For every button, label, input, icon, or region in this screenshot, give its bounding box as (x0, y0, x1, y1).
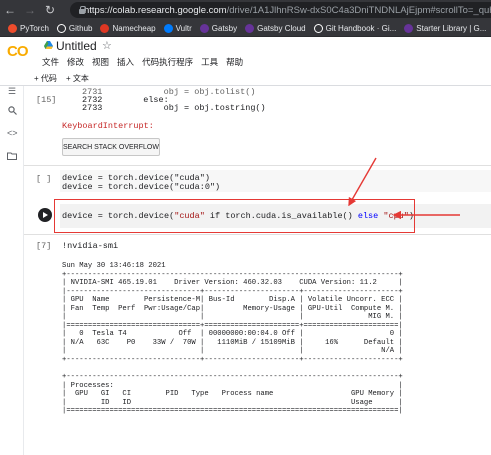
bookmarks-bar: PyTorch Github Namecheap Vultr Gatsby Gatsby … (0, 20, 491, 37)
bookmark-label: Vultr (175, 23, 192, 33)
menu-item[interactable]: 文件 (42, 56, 59, 68)
cell-divider (24, 234, 491, 235)
github-icon (56, 23, 66, 33)
bookmark-item[interactable]: Git Handbook · Gi... (313, 23, 397, 33)
menu-icon[interactable]: ☰ (7, 86, 17, 96)
bookmark-item[interactable]: Starter Library | G... (404, 23, 487, 33)
bookmark-item[interactable]: Vultr (163, 23, 192, 33)
notebook-title[interactable]: Untitled (56, 39, 97, 53)
bookmark-label: PyTorch (20, 23, 49, 33)
menu-bar: 文件 修改 视图 插入 代码执行程序 工具 帮助 (42, 56, 251, 68)
forward-arrow-icon[interactable]: → (20, 3, 40, 17)
gatsby-icon (245, 23, 255, 33)
menu-item[interactable]: 工具 (201, 56, 218, 68)
github-icon (313, 23, 323, 33)
nvidia-smi-output: Sun May 30 13:46:18 2021 +--------------… (62, 262, 403, 416)
back-arrow-icon[interactable]: ← (0, 3, 20, 17)
add-code-button[interactable]: + 代码 (34, 73, 57, 84)
bookmark-label: Gatsby Cloud (257, 23, 306, 33)
gatsby-icon (404, 23, 414, 33)
url-field[interactable]: https://colab.research.google.com/drive/… (70, 2, 491, 18)
bookmark-label: Starter Library | G... (416, 23, 487, 33)
menu-item[interactable]: 视图 (92, 56, 109, 68)
bookmark-item[interactable]: Namecheap (100, 23, 156, 33)
url-host: https://colab.research.google.com (84, 4, 227, 16)
add-text-button[interactable]: + 文本 (66, 73, 89, 84)
cell-exec-count: [7] (36, 241, 52, 251)
annotation-arrow (348, 157, 377, 207)
bookmark-label: Git Handbook · Gi... (325, 23, 397, 33)
bookmark-label: Github (68, 23, 93, 33)
menu-item[interactable]: 修改 (67, 56, 84, 68)
folder-icon[interactable] (7, 152, 17, 162)
left-sidebar: ☰ <> (0, 86, 24, 455)
colab-header: CO Untitled ☆ 文件 修改 视图 插入 代码执行程序 工具 帮助 (0, 37, 491, 70)
star-icon[interactable]: ☆ (102, 39, 112, 52)
bookmark-item[interactable]: PyTorch (8, 23, 49, 33)
reload-icon[interactable]: ↻ (40, 3, 60, 17)
gatsby-icon (199, 23, 209, 33)
bookmark-item[interactable]: Github (56, 23, 93, 33)
bookmark-label: Gatsby (211, 23, 238, 33)
vultr-icon (163, 23, 173, 33)
notebook-toolbar: + 代码 + 文本 (0, 70, 491, 86)
code-line: !nvidia-smi (62, 241, 119, 251)
pytorch-icon (8, 23, 17, 33)
menu-item[interactable]: 代码执行程序 (142, 56, 193, 68)
menu-item[interactable]: 帮助 (226, 56, 243, 68)
url-path: /drive/1A1JlhnRSw-dxS0C4a3DniTNDNLAjEjpm… (226, 4, 491, 16)
bookmark-label: Namecheap (112, 23, 156, 33)
menu-item[interactable]: 插入 (117, 56, 134, 68)
colab-logo[interactable]: CO (7, 43, 28, 60)
browser-address-bar: ← → ↻ https://colab.research.google.com /… (0, 0, 491, 20)
drive-icon (44, 41, 53, 49)
bookmark-item[interactable]: Gatsby Cloud (245, 23, 306, 33)
bookmark-item[interactable]: Gatsby (199, 23, 238, 33)
search-icon[interactable] (7, 106, 17, 116)
namecheap-icon (100, 23, 110, 33)
code-snippets-icon[interactable]: <> (7, 128, 18, 138)
notebook-content: [15] 2731 obj = obj.tolist() 2732 else: … (24, 86, 491, 455)
